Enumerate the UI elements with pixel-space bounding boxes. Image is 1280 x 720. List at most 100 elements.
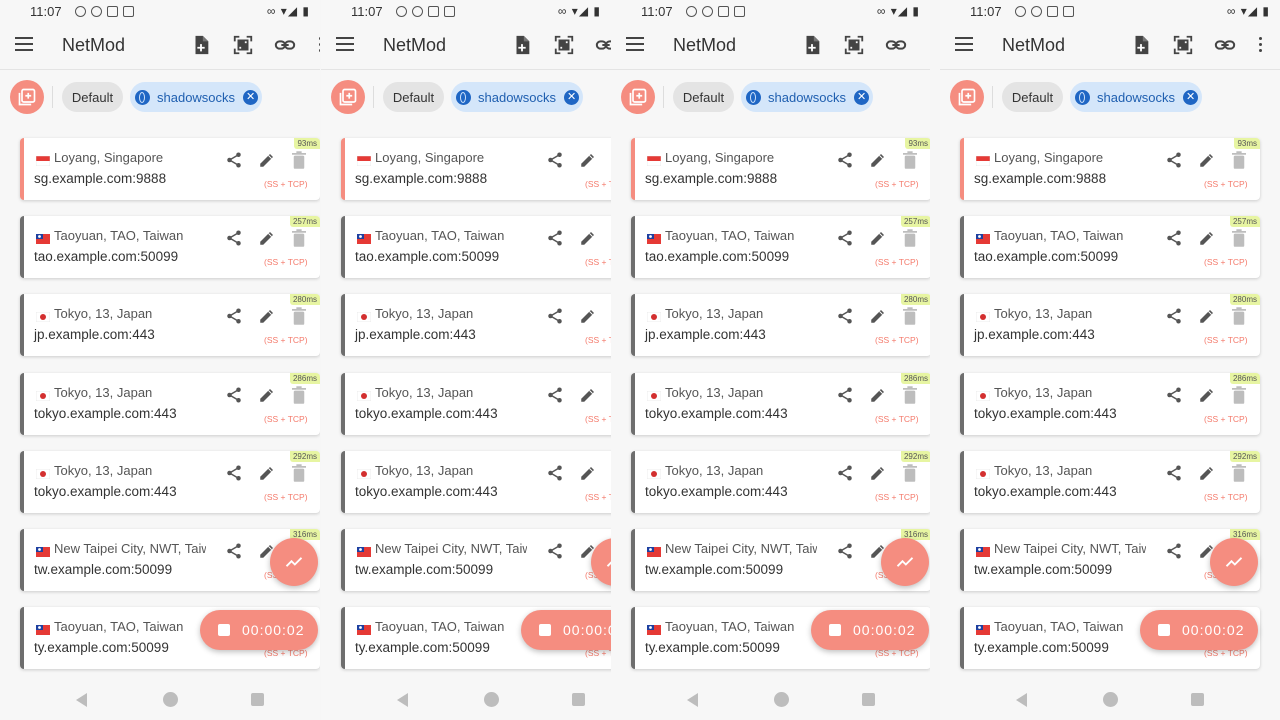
connection-timer-button[interactable]: 00:00:02 <box>200 610 318 650</box>
nav-home-icon[interactable] <box>774 692 789 707</box>
server-card[interactable]: Loyang, Singapore sg.example.com:9888 (SS … <box>960 138 1260 200</box>
nav-home-icon[interactable] <box>163 692 178 707</box>
close-icon[interactable]: ✕ <box>1183 89 1199 105</box>
server-card[interactable]: Taoyuan, TAO, Taiwan tao.example.com:5009… <box>960 216 1260 278</box>
menu-icon[interactable] <box>626 37 644 51</box>
share-icon[interactable] <box>225 542 243 560</box>
menu-icon[interactable] <box>955 37 973 51</box>
chip-default[interactable]: Default <box>1002 82 1063 112</box>
edit-icon[interactable] <box>869 307 887 325</box>
share-icon[interactable] <box>546 307 564 325</box>
delete-icon[interactable] <box>1232 464 1246 482</box>
add-file-icon[interactable] <box>190 34 212 56</box>
delete-icon[interactable] <box>903 307 917 325</box>
close-icon[interactable]: ✕ <box>243 89 259 105</box>
share-icon[interactable] <box>546 229 564 247</box>
share-icon[interactable] <box>225 307 243 325</box>
server-card[interactable]: Tokyo, 13, Japan jp.example.com:443 (SS + … <box>341 294 611 356</box>
delete-icon[interactable] <box>292 307 306 325</box>
speed-test-button[interactable] <box>1210 538 1258 586</box>
link-icon[interactable] <box>1214 34 1236 56</box>
server-card[interactable]: Tokyo, 13, Japan tokyo.example.com:443 (SS… <box>341 451 611 513</box>
share-icon[interactable] <box>1165 307 1183 325</box>
add-file-icon[interactable] <box>511 34 533 56</box>
server-card[interactable]: Taoyuan, TAO, Taiwan tao.example.com:5009… <box>341 216 611 278</box>
server-card[interactable]: Tokyo, 13, Japan jp.example.com:443 (SS + … <box>960 294 1260 356</box>
edit-icon[interactable] <box>579 151 597 169</box>
share-icon[interactable] <box>1165 386 1183 404</box>
qr-scan-icon[interactable] <box>1172 34 1194 56</box>
delete-icon[interactable] <box>292 464 306 482</box>
chip-shadowsocks[interactable]: shadowsocks ✕ <box>1070 82 1202 112</box>
share-icon[interactable] <box>546 542 564 560</box>
server-card[interactable]: Loyang, Singapore sg.example.com:9888 (SS … <box>631 138 930 200</box>
delete-icon[interactable] <box>1232 229 1246 247</box>
share-icon[interactable] <box>836 307 854 325</box>
delete-icon[interactable] <box>903 151 917 169</box>
link-icon[interactable] <box>274 34 296 56</box>
share-icon[interactable] <box>546 386 564 404</box>
edit-icon[interactable] <box>1198 307 1216 325</box>
nav-back-icon[interactable] <box>76 693 87 707</box>
share-icon[interactable] <box>225 464 243 482</box>
delete-icon[interactable] <box>903 386 917 404</box>
edit-icon[interactable] <box>258 151 276 169</box>
server-card[interactable]: Taoyuan, TAO, Taiwan tao.example.com:5009… <box>631 216 930 278</box>
menu-icon[interactable] <box>15 37 33 51</box>
share-icon[interactable] <box>836 386 854 404</box>
share-icon[interactable] <box>836 464 854 482</box>
add-group-button[interactable] <box>950 80 984 114</box>
delete-icon[interactable] <box>1232 386 1246 404</box>
server-card[interactable]: Tokyo, 13, Japan tokyo.example.com:443 (SS… <box>960 451 1260 513</box>
link-icon[interactable] <box>595 34 611 56</box>
add-file-icon[interactable] <box>801 34 823 56</box>
chip-default[interactable]: Default <box>673 82 734 112</box>
share-icon[interactable] <box>225 151 243 169</box>
menu-icon[interactable] <box>336 37 354 51</box>
edit-icon[interactable] <box>869 464 887 482</box>
nav-home-icon[interactable] <box>1103 692 1118 707</box>
delete-icon[interactable] <box>903 464 917 482</box>
server-card[interactable]: Tokyo, 13, Japan tokyo.example.com:443 (SS… <box>20 373 320 435</box>
link-icon[interactable] <box>885 34 907 56</box>
share-icon[interactable] <box>836 151 854 169</box>
edit-icon[interactable] <box>579 307 597 325</box>
delete-icon[interactable] <box>292 151 306 169</box>
share-icon[interactable] <box>836 229 854 247</box>
nav-back-icon[interactable] <box>1016 693 1027 707</box>
server-card[interactable]: Tokyo, 13, Japan tokyo.example.com:443 (SS… <box>341 373 611 435</box>
add-group-button[interactable] <box>331 80 365 114</box>
nav-home-icon[interactable] <box>484 692 499 707</box>
share-icon[interactable] <box>1165 229 1183 247</box>
nav-back-icon[interactable] <box>687 693 698 707</box>
delete-icon[interactable] <box>292 386 306 404</box>
delete-icon[interactable] <box>1232 307 1246 325</box>
delete-icon[interactable] <box>1232 151 1246 169</box>
share-icon[interactable] <box>225 386 243 404</box>
nav-back-icon[interactable] <box>397 693 408 707</box>
add-group-button[interactable] <box>621 80 655 114</box>
share-icon[interactable] <box>1165 464 1183 482</box>
more-vert-icon[interactable] <box>319 37 320 55</box>
more-vert-icon[interactable] <box>1259 37 1263 55</box>
edit-icon[interactable] <box>579 464 597 482</box>
chip-shadowsocks[interactable]: shadowsocks ✕ <box>741 82 873 112</box>
edit-icon[interactable] <box>579 229 597 247</box>
nav-recents-icon[interactable] <box>1191 693 1204 706</box>
server-card[interactable]: Tokyo, 13, Japan tokyo.example.com:443 (SS… <box>631 373 930 435</box>
edit-icon[interactable] <box>1198 464 1216 482</box>
edit-icon[interactable] <box>869 386 887 404</box>
nav-recents-icon[interactable] <box>251 693 264 706</box>
edit-icon[interactable] <box>258 229 276 247</box>
nav-recents-icon[interactable] <box>572 693 585 706</box>
qr-scan-icon[interactable] <box>553 34 575 56</box>
speed-test-button[interactable] <box>881 538 929 586</box>
speed-test-button[interactable] <box>270 538 318 586</box>
edit-icon[interactable] <box>869 229 887 247</box>
connection-timer-button[interactable]: 00:00:02 <box>811 610 929 650</box>
qr-scan-icon[interactable] <box>232 34 254 56</box>
edit-icon[interactable] <box>258 386 276 404</box>
share-icon[interactable] <box>1165 151 1183 169</box>
edit-icon[interactable] <box>1198 229 1216 247</box>
connection-timer-button[interactable]: 00:00:02 <box>1140 610 1258 650</box>
